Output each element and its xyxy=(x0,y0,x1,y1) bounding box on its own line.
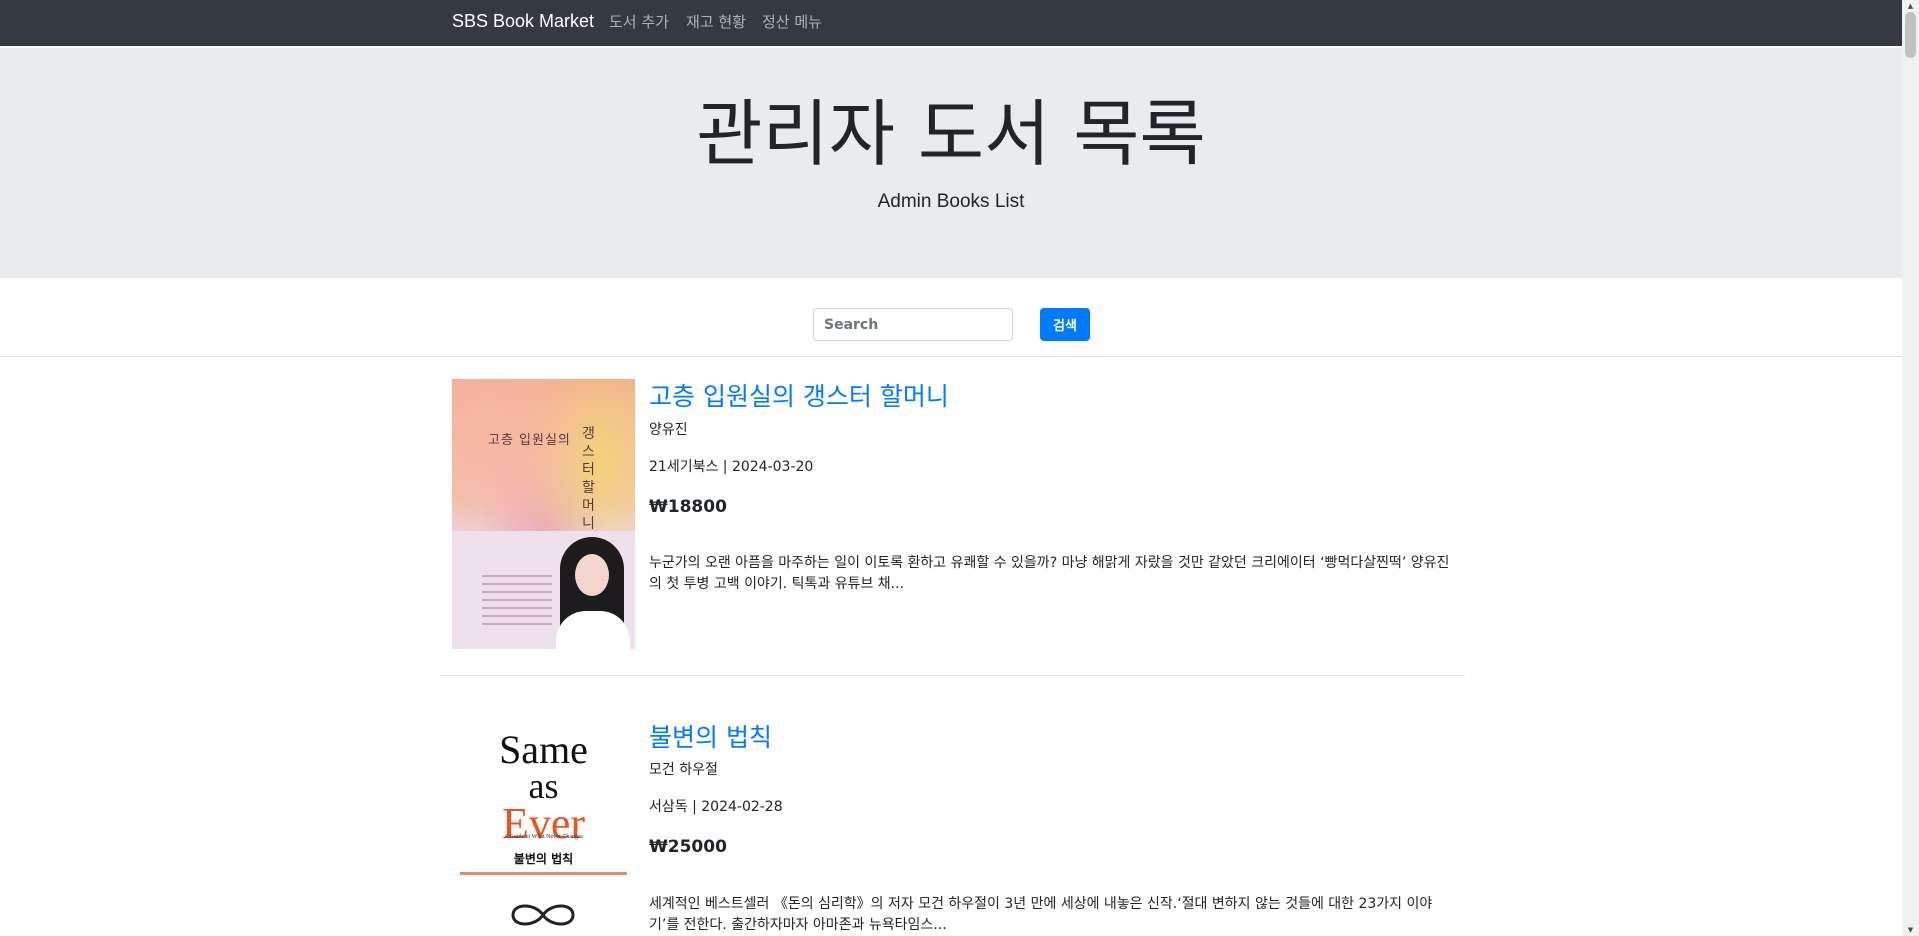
scroll-down-icon[interactable]: ▼ xyxy=(1902,924,1919,936)
book-author: 양유진 xyxy=(649,422,688,438)
divider xyxy=(0,356,1902,357)
brand-link[interactable]: SBS Book Market xyxy=(452,11,594,32)
cover-vertical-text: 갱스터 할머니 xyxy=(582,426,595,532)
cover-title-text: 고층 입원실의 xyxy=(488,433,571,448)
cover-korean-title: 불변의 법칙 xyxy=(513,852,574,866)
book-price: ₩25000 xyxy=(649,837,727,857)
book-publisher-date: 서삼독 | 2024-02-28 xyxy=(649,799,783,815)
nav-inventory-link[interactable]: 재고 현황 xyxy=(686,11,746,32)
page-subtitle: Admin Books List xyxy=(877,191,1025,212)
book-description: 세계적인 베스트셀러 《돈의 심리학》의 저자 모건 하우절이 3년 만에 세상… xyxy=(649,896,1433,933)
cover-line-1: Same xyxy=(499,727,588,772)
book-price: ₩18800 xyxy=(649,497,727,517)
page-title: 관리자 도서 목록 xyxy=(696,92,1206,176)
scroll-up-icon[interactable]: ▲ xyxy=(1902,0,1919,12)
nav-add-book-link[interactable]: 도서 추가 xyxy=(609,11,669,32)
book-description: 누군가의 오랜 아픔을 마주하는 일이 이토록 환하고 유쾌할 수 있을까? 마… xyxy=(649,555,1450,592)
book-title-link[interactable]: 고층 입원실의 갱스터 할머니 xyxy=(649,377,949,413)
top-navbar: SBS Book Market 도서 추가 재고 현황 정산 메뉴 xyxy=(0,0,1902,46)
book-title-link[interactable]: 불변의 법칙 xyxy=(649,718,772,754)
book-cover-image: Same as Ever A Guide to What Never Chang… xyxy=(452,720,635,936)
search-input[interactable] xyxy=(813,308,1013,341)
book-cover-image: 고층 입원실의 갱스터 할머니 xyxy=(452,379,635,649)
nav-settlement-link[interactable]: 정산 메뉴 xyxy=(762,11,822,32)
book-author: 모건 하우절 xyxy=(649,762,718,778)
vertical-scrollbar[interactable] xyxy=(1902,0,1919,936)
scrollbar-thumb[interactable] xyxy=(1905,12,1916,58)
search-button[interactable]: 검색 xyxy=(1040,308,1090,341)
book-publisher-date: 21세기북스 | 2024-03-20 xyxy=(649,459,814,475)
infinity-icon xyxy=(511,904,575,926)
item-divider xyxy=(440,675,1465,676)
cover-tagline: A Guide to What Never Changes xyxy=(503,834,584,840)
